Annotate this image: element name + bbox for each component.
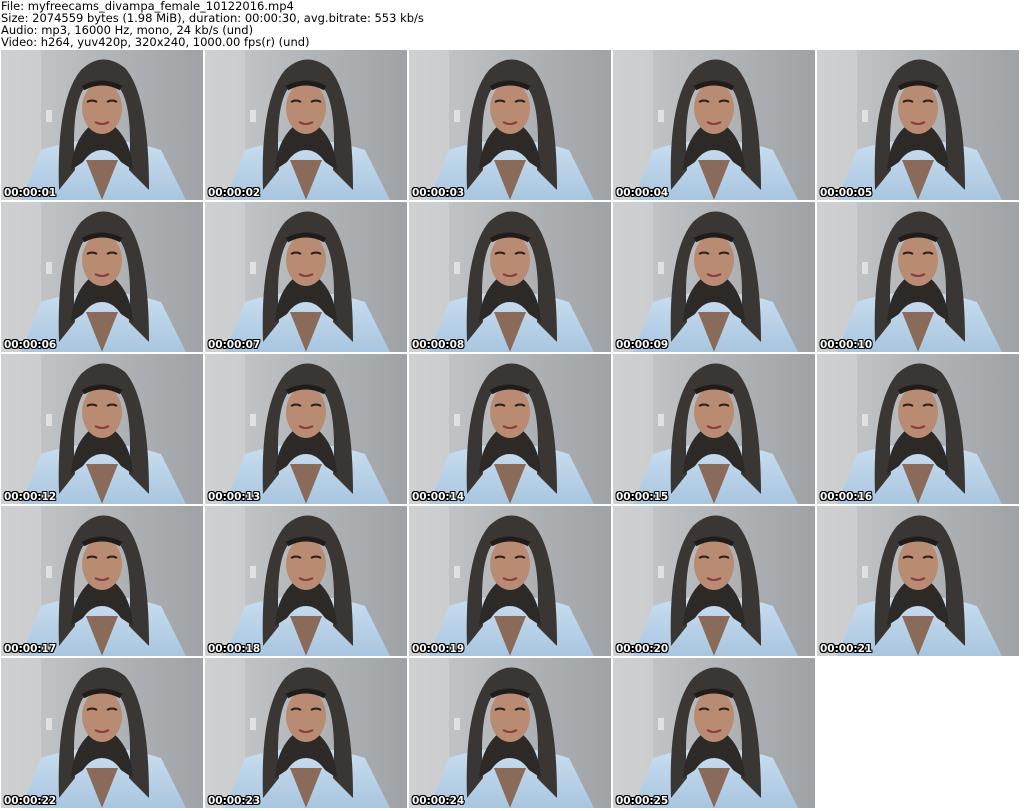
- video-frame-image: [409, 50, 611, 200]
- frame-timestamp: 00:00:22: [4, 795, 57, 807]
- video-frame-thumbnail: 00:00:19: [409, 506, 611, 656]
- video-frame-image: [1, 202, 203, 352]
- frame-timestamp: 00:00:14: [412, 491, 465, 503]
- video-frame-thumbnail: 00:00:23: [205, 658, 407, 808]
- video-frame-thumbnail: 00:00:10: [817, 202, 1019, 352]
- video-frame-image: [817, 50, 1019, 200]
- frame-timestamp: 00:00:23: [208, 795, 261, 807]
- video-frame-thumbnail: 00:00:21: [817, 506, 1019, 656]
- video-frame-thumbnail: 00:00:09: [613, 202, 815, 352]
- frame-timestamp: 00:00:16: [820, 491, 873, 503]
- video-frame-thumbnail: 00:00:25: [613, 658, 815, 808]
- frame-timestamp: 00:00:04: [616, 187, 669, 199]
- video-frame-image: [817, 202, 1019, 352]
- frame-timestamp: 00:00:20: [616, 643, 669, 655]
- video-frame-thumbnail: 00:00:02: [205, 50, 407, 200]
- frame-timestamp: 00:00:25: [616, 795, 669, 807]
- video-frame-thumbnail: 00:00:17: [1, 506, 203, 656]
- file-info-header: File: myfreecams_divampa_female_10122016…: [0, 0, 1024, 50]
- frame-timestamp: 00:00:13: [208, 491, 261, 503]
- video-info-line: Video: h264, yuv420p, 320x240, 1000.00 f…: [1, 35, 310, 49]
- video-frame-image: [1, 658, 203, 808]
- video-frame-thumbnail: 00:00:20: [613, 506, 815, 656]
- video-frame-thumbnail: 00:00:16: [817, 354, 1019, 504]
- frame-timestamp: 00:00:18: [208, 643, 261, 655]
- video-frame-image: [409, 658, 611, 808]
- frame-timestamp: 00:00:17: [4, 643, 57, 655]
- video-frame-thumbnail: 00:00:07: [205, 202, 407, 352]
- video-frame-image: [817, 354, 1019, 504]
- video-frame-image: [205, 354, 407, 504]
- video-frame-thumbnail: 00:00:15: [613, 354, 815, 504]
- frame-timestamp: 00:00:05: [820, 187, 873, 199]
- video-frame-image: [205, 658, 407, 808]
- frame-timestamp: 00:00:08: [412, 339, 465, 351]
- video-frame-image: [613, 202, 815, 352]
- frame-timestamp: 00:00:12: [4, 491, 57, 503]
- video-frame-image: [613, 506, 815, 656]
- video-frame-thumbnail: 00:00:13: [205, 354, 407, 504]
- video-frame-image: [1, 50, 203, 200]
- frame-timestamp: 00:00:02: [208, 187, 261, 199]
- video-frame-image: [205, 506, 407, 656]
- video-frame-thumbnail: 00:00:08: [409, 202, 611, 352]
- video-frame-image: [205, 202, 407, 352]
- video-frame-thumbnail: 00:00:04: [613, 50, 815, 200]
- video-frame-thumbnail: 00:00:05: [817, 50, 1019, 200]
- video-frame-thumbnail: 00:00:06: [1, 202, 203, 352]
- frame-timestamp: 00:00:21: [820, 643, 873, 655]
- video-frame-image: [205, 50, 407, 200]
- thumbnail-grid: 00:00:01 00:00:02 00:00:03 00:00:04 00:00:05…: [0, 49, 1024, 811]
- frame-timestamp: 00:00:19: [412, 643, 465, 655]
- video-frame-image: [817, 506, 1019, 656]
- video-frame-image: [613, 50, 815, 200]
- video-frame-image: [409, 506, 611, 656]
- video-frame-thumbnail: 00:00:03: [409, 50, 611, 200]
- video-frame-image: [409, 354, 611, 504]
- frame-timestamp: 00:00:10: [820, 339, 873, 351]
- frame-timestamp: 00:00:07: [208, 339, 261, 351]
- frame-timestamp: 00:00:06: [4, 339, 57, 351]
- video-frame-thumbnail: 00:00:14: [409, 354, 611, 504]
- video-frame-thumbnail: 00:00:18: [205, 506, 407, 656]
- video-frame-image: [409, 202, 611, 352]
- video-frame-image: [1, 506, 203, 656]
- frame-timestamp: 00:00:15: [616, 491, 669, 503]
- video-frame-image: [1, 354, 203, 504]
- frame-timestamp: 00:00:09: [616, 339, 669, 351]
- frame-timestamp: 00:00:03: [412, 187, 465, 199]
- frame-timestamp: 00:00:24: [412, 795, 465, 807]
- video-frame-thumbnail: 00:00:01: [1, 50, 203, 200]
- video-frame-thumbnail: 00:00:22: [1, 658, 203, 808]
- frame-timestamp: 00:00:01: [4, 187, 57, 199]
- video-frame-thumbnail: 00:00:24: [409, 658, 611, 808]
- video-frame-thumbnail: 00:00:12: [1, 354, 203, 504]
- video-frame-image: [613, 354, 815, 504]
- video-frame-image: [613, 658, 815, 808]
